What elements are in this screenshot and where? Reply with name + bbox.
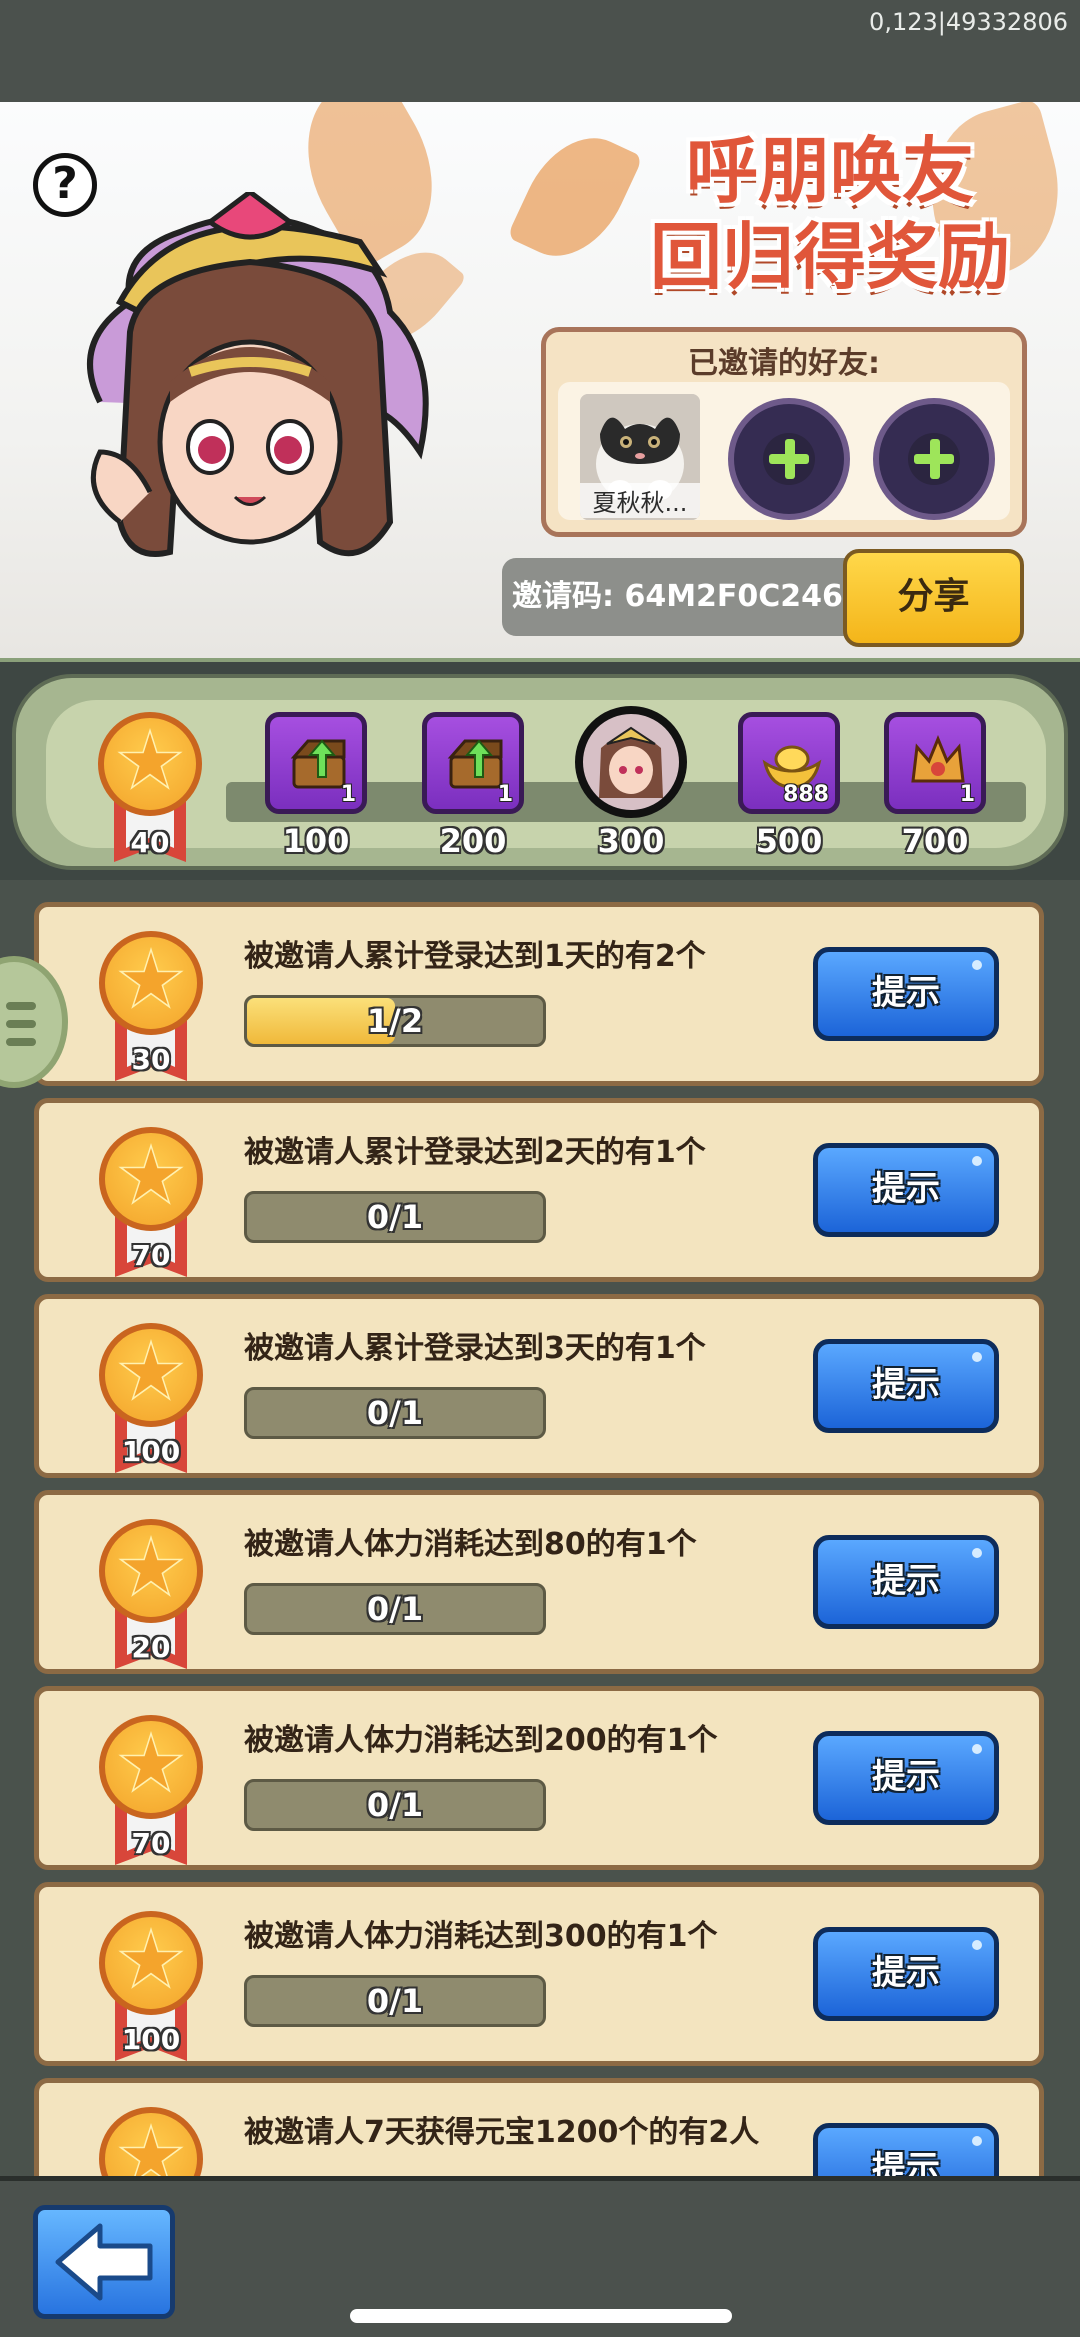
task-progress-text: 1/2	[366, 1002, 424, 1040]
home-indicator[interactable]	[350, 2309, 732, 2323]
medal-points: 70	[131, 1827, 171, 1860]
hero-avatar-icon	[599, 726, 663, 798]
task-description: 被邀请人累计登录达到1天的有2个	[244, 939, 706, 974]
milestone-label: 300	[597, 822, 665, 860]
reward-medal: 30	[99, 931, 203, 1081]
plus-icon	[908, 433, 960, 485]
medal-points: 30	[131, 1043, 171, 1076]
task-list[interactable]: 30 被邀请人累计登录达到1天的有2个 1/2 提示 70 被邀请人累计登录达到2天的有1…	[0, 896, 1080, 2176]
hero-character-illustration	[87, 192, 429, 557]
reward-progress-panel: 40 1 100 1 200 300 888 500 1 700	[0, 658, 1080, 880]
back-button[interactable]	[33, 2205, 175, 2319]
task-description: 被邀请人累计登录达到3天的有1个	[244, 1331, 706, 1366]
milestone-label: 500	[755, 822, 823, 860]
task-progress-text: 0/1	[366, 1394, 424, 1432]
hint-button[interactable]: 提示	[813, 1339, 999, 1433]
reward-medal: 100	[99, 1323, 203, 1473]
milestone-reward-700[interactable]: 1	[884, 712, 986, 814]
task-progress-bar: 0/1	[244, 1191, 546, 1243]
hint-button[interactable]: 提示	[813, 947, 999, 1041]
task-progress-text: 0/1	[366, 1590, 424, 1628]
task-progress-bar: 0/1	[244, 1779, 546, 1831]
status-bar: 0,123|49332806	[0, 0, 1080, 102]
medal-points: 20	[131, 1631, 171, 1664]
task-description: 被邀请人体力消耗达到300的有1个	[244, 1919, 718, 1954]
hint-button[interactable]: 提示	[813, 2123, 999, 2176]
milestone-reward-300[interactable]	[575, 706, 687, 818]
reward-medal	[99, 2107, 203, 2176]
reward-medal: 100	[99, 1911, 203, 2061]
friends-slots: 夏秋秋...	[558, 382, 1010, 520]
task-row: 70 被邀请人体力消耗达到200的有1个 0/1 提示	[34, 1686, 1044, 1870]
title-line-2: 回归得奖励	[649, 215, 1010, 299]
bottom-bar	[0, 2176, 1080, 2337]
task-progress-bar: 1/2	[244, 995, 546, 1047]
task-progress-bar: 0/1	[244, 1583, 546, 1635]
task-progress-bar: 0/1	[244, 1387, 546, 1439]
milestone-reward-100[interactable]: 1	[265, 712, 367, 814]
medal-points: 100	[121, 2023, 181, 2056]
hint-button[interactable]: 提示	[813, 1731, 999, 1825]
current-points: 40	[130, 826, 170, 859]
task-row: 70 被邀请人累计登录达到2天的有1个 0/1 提示	[34, 1098, 1044, 1282]
hint-button[interactable]: 提示	[813, 1927, 999, 2021]
plus-icon	[763, 433, 815, 485]
milestone-reward-200[interactable]: 1	[422, 712, 524, 814]
medal-points: 100	[121, 1435, 181, 1468]
task-row: 30 被邀请人累计登录达到1天的有2个 1/2 提示	[34, 902, 1044, 1086]
milestone-count: 1	[497, 782, 513, 807]
task-description: 被邀请人体力消耗达到80的有1个	[244, 1527, 697, 1562]
task-row: 100 被邀请人体力消耗达到300的有1个 0/1 提示	[34, 1882, 1044, 2066]
friend-avatar[interactable]: 夏秋秋...	[580, 394, 700, 520]
task-progress-text: 0/1	[366, 1982, 424, 2020]
task-progress-bar: 0/1	[244, 1975, 546, 2027]
invited-friends-title: 已邀请的好友:	[688, 346, 880, 381]
milestone-count: 1	[959, 782, 975, 807]
task-row: 20 被邀请人体力消耗达到80的有1个 0/1 提示	[34, 1490, 1044, 1674]
title-line-1: 呼朋唤友	[685, 129, 974, 213]
leaf-decoration	[506, 119, 644, 275]
task-progress-text: 0/1	[366, 1786, 424, 1824]
friend-name: 夏秋秋...	[580, 483, 700, 518]
task-row: 被邀请人7天获得元宝1200个的有2人 提示	[34, 2078, 1044, 2176]
medal-points: 70	[131, 1239, 171, 1272]
hint-button[interactable]: 提示	[813, 1143, 999, 1237]
reward-medal: 70	[99, 1715, 203, 1865]
add-friend-button[interactable]	[873, 398, 995, 520]
hint-button[interactable]: 提示	[813, 1535, 999, 1629]
reward-medal: 20	[99, 1519, 203, 1669]
share-button[interactable]: 分享	[843, 549, 1024, 647]
task-description: 被邀请人体力消耗达到200的有1个	[244, 1723, 718, 1758]
banner-title: 呼朋唤友 回归得奖励	[650, 128, 1010, 300]
milestone-count: 888	[783, 782, 829, 807]
milestone-label: 100	[282, 822, 350, 860]
invite-code: 邀请码: 64M2F0C246	[502, 558, 862, 636]
milestone-label: 200	[439, 822, 507, 860]
invited-friends-panel: 已邀请的好友: 夏秋秋...	[541, 327, 1027, 537]
milestone-reward-500[interactable]: 888	[738, 712, 840, 814]
add-friend-button[interactable]	[728, 398, 850, 520]
task-description: 被邀请人累计登录达到2天的有1个	[244, 1135, 706, 1170]
back-arrow-icon	[55, 2223, 153, 2301]
task-row: 100 被邀请人累计登录达到3天的有1个 0/1 提示	[34, 1294, 1044, 1478]
milestone-count: 1	[340, 782, 356, 807]
invite-banner: ? 呼朋唤友 回归得奖励 已邀请的好友: 夏秋秋... 邀请码: 64M2F0C…	[0, 102, 1080, 658]
task-description: 被邀请人7天获得元宝1200个的有2人	[244, 2115, 760, 2150]
reward-medal: 70	[99, 1127, 203, 1277]
milestone-label: 700	[901, 822, 969, 860]
current-points-medal: 40	[98, 712, 202, 862]
status-text: 0,123|49332806	[869, 8, 1068, 36]
task-progress-text: 0/1	[366, 1198, 424, 1236]
